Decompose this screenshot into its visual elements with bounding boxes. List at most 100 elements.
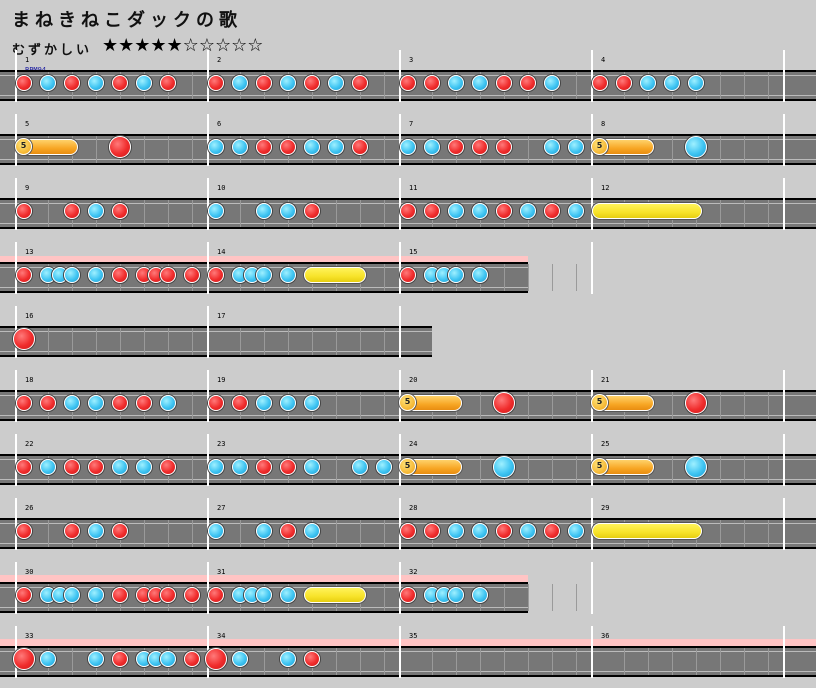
bar-line [399,626,401,678]
measure-number: 24 [409,440,418,448]
don-note [496,523,512,539]
ka-note [664,75,680,91]
beat-line [360,392,361,419]
beat-line [48,200,49,227]
measure-number: 21 [601,376,610,384]
don-note [112,587,128,603]
don-note [400,75,416,91]
don-note [184,587,200,603]
beat-line [672,392,673,419]
ka-note [352,459,368,475]
beat-line [720,648,721,675]
measure-number: 28 [409,504,418,512]
beat-line [744,200,745,227]
big-ka-note [493,456,515,478]
beat-line [336,520,337,547]
don-note [64,523,80,539]
measure-number: 3 [409,56,414,64]
ka-note [160,395,176,411]
don-note [496,203,512,219]
beat-line [768,456,769,483]
beat-line [168,520,169,547]
beat-line [240,328,241,355]
beat-line [288,328,289,355]
ka-note [208,523,224,539]
measure-number: 33 [25,632,34,640]
beat-line [96,136,97,163]
beat-line [384,648,385,675]
don-note [160,459,176,475]
don-note [592,75,608,91]
ka-note [472,203,488,219]
don-note [16,395,32,411]
measure-number: 10 [217,184,226,192]
beat-line [192,520,193,547]
ka-note [448,203,464,219]
ka-note [280,395,296,411]
bar-line [399,562,401,614]
beat-line [744,456,745,483]
beat-line [384,264,385,291]
measure-number: 20 [409,376,418,384]
beat-line [576,72,577,99]
beat-line [648,648,649,675]
measure-number: 32 [409,568,418,576]
ka-note [400,139,416,155]
don-note [400,587,416,603]
measure-number: 8 [601,120,606,128]
big-ka-note [685,456,707,478]
ka-note [448,523,464,539]
don-note [208,395,224,411]
ka-note [208,203,224,219]
ka-note [88,651,104,667]
ka-note [64,267,80,283]
beat-line [240,520,241,547]
measure-number: 34 [217,632,226,640]
ka-note [208,139,224,155]
bar-line [399,50,401,102]
bar-line [399,114,401,166]
don-note [88,459,104,475]
bar-line [591,242,593,294]
ka-note [304,139,320,155]
ka-note [280,651,296,667]
ka-note [520,203,536,219]
measure-number: 26 [25,504,34,512]
beat-line [768,200,769,227]
beat-line [768,72,769,99]
beat-line [744,72,745,99]
don-note [424,203,440,219]
bar-line [15,370,17,422]
difficulty-label: むずかしい [12,43,93,58]
beat-line [192,200,193,227]
measure-number: 19 [217,376,226,384]
bar-line [783,114,785,166]
don-note [352,75,368,91]
bar-line [399,242,401,294]
beat-line [48,328,49,355]
don-note [16,75,32,91]
drumroll-head: 5 [399,394,416,411]
don-note [16,459,32,475]
lane-guide [0,331,432,352]
beat-line [360,328,361,355]
beat-line [744,136,745,163]
beat-line [312,328,313,355]
beat-line [480,456,481,483]
bar-line [207,114,209,166]
bar-line [783,434,785,486]
bar-line [207,242,209,294]
beat-line [576,456,577,483]
bar-line [207,178,209,230]
beat-line [336,328,337,355]
measure-number: 36 [601,632,610,640]
measure-number: 35 [409,632,418,640]
measure-number: 27 [217,504,226,512]
bar-line [399,498,401,550]
bar-line [15,498,17,550]
beat-line [720,520,721,547]
beat-line [192,72,193,99]
measure-number: 23 [217,440,226,448]
ka-note [232,651,248,667]
beat-line [336,456,337,483]
